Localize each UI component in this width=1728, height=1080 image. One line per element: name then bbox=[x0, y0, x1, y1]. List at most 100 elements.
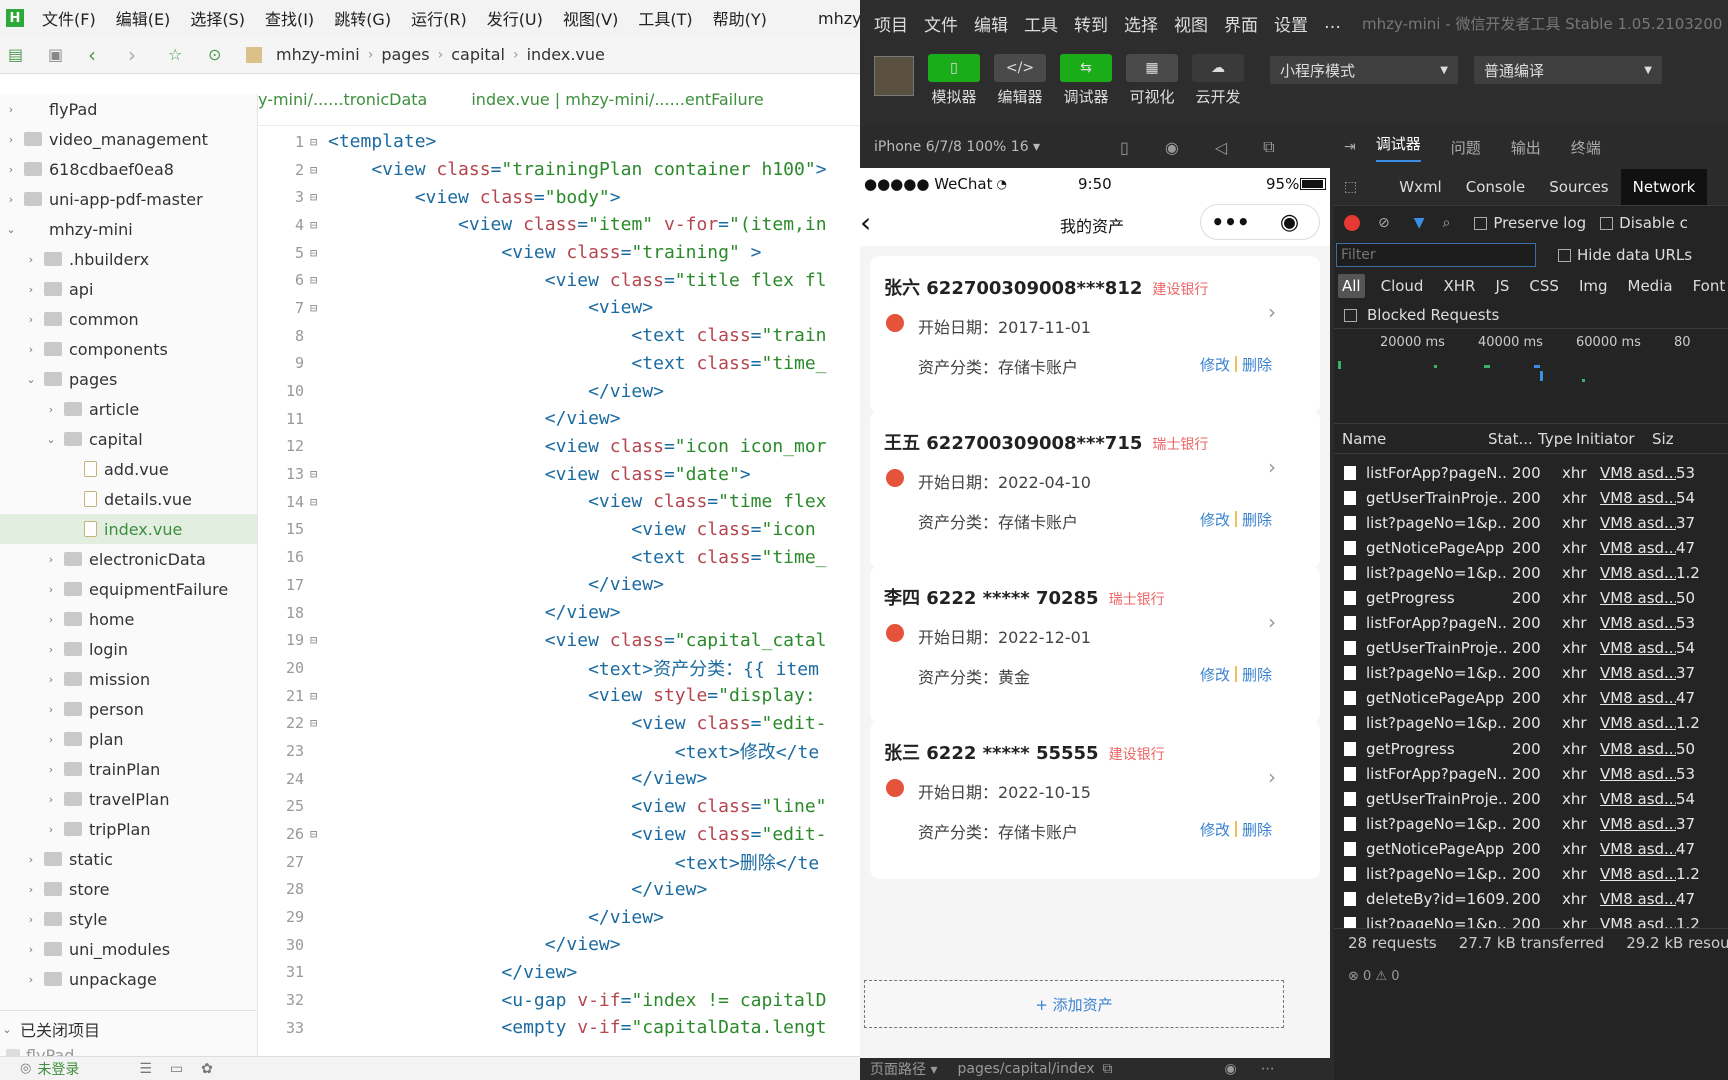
editor-tab[interactable]: y-mini/......tronicData bbox=[258, 90, 427, 109]
edit-button[interactable]: 修改 bbox=[1200, 354, 1230, 375]
menu-item[interactable]: 视图 bbox=[1174, 11, 1208, 36]
menu-item[interactable]: 编辑 bbox=[974, 11, 1008, 36]
fold-icon[interactable]: ⊟ bbox=[310, 218, 324, 232]
request-initiator[interactable]: VM8 asd... bbox=[1600, 689, 1676, 707]
chevron-right-icon[interactable]: › bbox=[1268, 765, 1276, 789]
breadcrumb-item[interactable]: capital bbox=[451, 45, 505, 64]
network-filter-input[interactable] bbox=[1336, 243, 1536, 267]
devtools-top-tab[interactable]: 调试器 bbox=[1375, 133, 1421, 162]
console-counts[interactable]: ⊗ 0 ⚠ 0 bbox=[1348, 969, 1400, 984]
request-initiator[interactable]: VM8 asd... bbox=[1600, 765, 1676, 783]
tree-item[interactable]: › uni_modules bbox=[0, 934, 257, 964]
tree-item[interactable]: › uni-app-pdf-master bbox=[0, 184, 257, 214]
devtools-panel-tab[interactable]: Console bbox=[1454, 169, 1538, 205]
menu-item[interactable]: 选择 bbox=[1124, 11, 1158, 36]
asset-card[interactable]: 李四 6222 ***** 70285 瑞士银行 开始日期：2022-12-01 资产… bbox=[870, 566, 1320, 724]
menu-item[interactable]: 项目 bbox=[874, 11, 908, 36]
record-icon[interactable]: ◉ bbox=[1165, 138, 1179, 157]
blocked-requests-checkbox[interactable] bbox=[1344, 308, 1357, 322]
tree-item[interactable]: › trainPlan bbox=[0, 754, 257, 784]
network-request-row[interactable]: list?pageNo=1&p... 200 xhr VM8 asd... 1.2 bbox=[1334, 560, 1728, 585]
tree-item[interactable]: › api bbox=[0, 274, 257, 304]
menu-item[interactable]: 查找(I) bbox=[265, 6, 314, 30]
page-path-label[interactable]: 页面路径 ▾ bbox=[870, 1059, 937, 1079]
tree-item[interactable]: › electronicData bbox=[0, 544, 257, 574]
tree-item[interactable]: index.vue bbox=[0, 514, 257, 544]
network-request-row[interactable]: listForApp?pageN... 200 xhr VM8 asd... 53 bbox=[1334, 460, 1728, 485]
request-initiator[interactable]: VM8 asd... bbox=[1600, 614, 1676, 632]
sound-icon[interactable]: ◁ bbox=[1215, 138, 1227, 157]
fold-icon[interactable]: ⊟ bbox=[310, 495, 324, 509]
avatar[interactable] bbox=[874, 56, 914, 96]
delete-button[interactable]: 删除 bbox=[1242, 509, 1272, 530]
resource-type-filter[interactable]: Cloud bbox=[1377, 274, 1428, 298]
request-initiator[interactable]: VM8 asd... bbox=[1600, 589, 1676, 607]
toolbar-button[interactable]: ▯ 模拟器 bbox=[928, 54, 980, 107]
fold-icon[interactable]: ⊟ bbox=[310, 716, 324, 730]
breadcrumb-item[interactable]: mhzy-mini bbox=[276, 45, 360, 64]
tree-item[interactable]: › store bbox=[0, 874, 257, 904]
network-request-row[interactable]: list?pageNo=1&p... 200 xhr VM8 asd... 1.2 bbox=[1334, 711, 1728, 736]
menu-item[interactable]: 转到 bbox=[1074, 11, 1108, 36]
tree-item[interactable]: › plan bbox=[0, 724, 257, 754]
tree-item[interactable]: add.vue bbox=[0, 454, 257, 484]
more-icon[interactable]: ⋯ bbox=[1261, 1061, 1275, 1077]
resource-type-filter[interactable]: JS bbox=[1491, 274, 1513, 298]
resource-type-filter[interactable]: Media bbox=[1624, 274, 1677, 298]
fold-icon[interactable]: ⊟ bbox=[310, 301, 324, 315]
fold-icon[interactable]: ⊟ bbox=[310, 689, 324, 703]
breadcrumb-item[interactable]: pages bbox=[381, 45, 429, 64]
request-initiator[interactable]: VM8 asd... bbox=[1600, 740, 1676, 758]
tree-item[interactable]: › 618cdbaef0ea8 bbox=[0, 154, 257, 184]
request-initiator[interactable]: VM8 asd... bbox=[1600, 890, 1676, 908]
request-initiator[interactable]: VM8 asd... bbox=[1600, 514, 1676, 532]
chevron-right-icon[interactable]: › bbox=[1268, 455, 1276, 479]
fold-icon[interactable]: ⊟ bbox=[310, 163, 324, 177]
edit-button[interactable]: 修改 bbox=[1200, 509, 1230, 530]
tree-item[interactable]: ⌄ capital bbox=[0, 424, 257, 454]
column-header[interactable]: Initiator bbox=[1576, 430, 1652, 448]
fold-icon[interactable]: ⊟ bbox=[310, 135, 324, 149]
fold-icon[interactable]: ⊟ bbox=[310, 633, 324, 647]
asset-card[interactable]: 张三 6222 ***** 55555 建设银行 开始日期：2022-10-15 资产… bbox=[870, 721, 1320, 879]
device-select[interactable]: iPhone 6/7/8 100% 16 ▾ bbox=[874, 139, 1094, 155]
request-initiator[interactable]: VM8 asd... bbox=[1600, 790, 1676, 808]
edit-button[interactable]: 修改 bbox=[1200, 819, 1230, 840]
chevron-right-icon[interactable]: › bbox=[1268, 300, 1276, 324]
devtools-top-tab[interactable]: 终端 bbox=[1571, 137, 1601, 158]
forward-icon[interactable]: › bbox=[128, 43, 168, 67]
toolbar-button[interactable]: ⇆ 调试器 bbox=[1060, 54, 1112, 107]
tree-item[interactable]: › mission bbox=[0, 664, 257, 694]
resource-type-filter[interactable]: XHR bbox=[1439, 274, 1479, 298]
network-request-row[interactable]: getUserTrainProje... 200 xhr VM8 asd... 54 bbox=[1334, 636, 1728, 661]
phone-icon[interactable]: ▯ bbox=[1120, 138, 1129, 157]
network-request-row[interactable]: getProgress 200 xhr VM8 asd... 50 bbox=[1334, 585, 1728, 610]
back-icon[interactable]: ‹ bbox=[860, 206, 871, 239]
add-asset-button[interactable]: + 添加资产 bbox=[864, 980, 1284, 1028]
menu-item[interactable]: 选择(S) bbox=[190, 6, 245, 30]
compile-select[interactable]: 普通编译 ▼ bbox=[1474, 56, 1662, 84]
back-icon[interactable]: ‹ bbox=[88, 43, 128, 67]
resource-type-filter[interactable]: CSS bbox=[1525, 274, 1563, 298]
menu-item[interactable]: 界面 bbox=[1224, 11, 1258, 36]
eye-icon[interactable]: ◉ bbox=[1225, 1061, 1237, 1077]
search-icon[interactable]: ⌕ bbox=[1443, 215, 1451, 231]
fold-icon[interactable]: ⊟ bbox=[310, 467, 324, 481]
menu-item[interactable]: 工具(T) bbox=[638, 6, 692, 30]
close-miniapp-icon[interactable]: ◉ bbox=[1260, 210, 1319, 235]
menu-item[interactable]: 工具 bbox=[1024, 11, 1058, 36]
tree-item[interactable]: › components bbox=[0, 334, 257, 364]
menu-item[interactable]: 跳转(G) bbox=[334, 6, 391, 30]
filter-icon[interactable]: ▼ bbox=[1414, 215, 1425, 231]
breadcrumb-item[interactable]: index.vue bbox=[527, 45, 605, 64]
toolbar-button[interactable]: ▦ 可视化 bbox=[1126, 54, 1178, 107]
network-request-row[interactable]: list?pageNo=1&p... 200 xhr VM8 asd... 37 bbox=[1334, 811, 1728, 836]
menu-item[interactable]: 编辑(E) bbox=[116, 6, 171, 30]
tree-item[interactable]: › login bbox=[0, 634, 257, 664]
column-header[interactable]: Name bbox=[1342, 430, 1484, 448]
menu-item[interactable]: … bbox=[1324, 13, 1341, 33]
terminal-icon[interactable]: ▭ bbox=[170, 1061, 183, 1077]
disable-cache-checkbox[interactable] bbox=[1600, 216, 1614, 230]
copy-icon[interactable]: ⧉ bbox=[1103, 1061, 1113, 1077]
menu-item[interactable]: 发行(U) bbox=[487, 6, 543, 30]
